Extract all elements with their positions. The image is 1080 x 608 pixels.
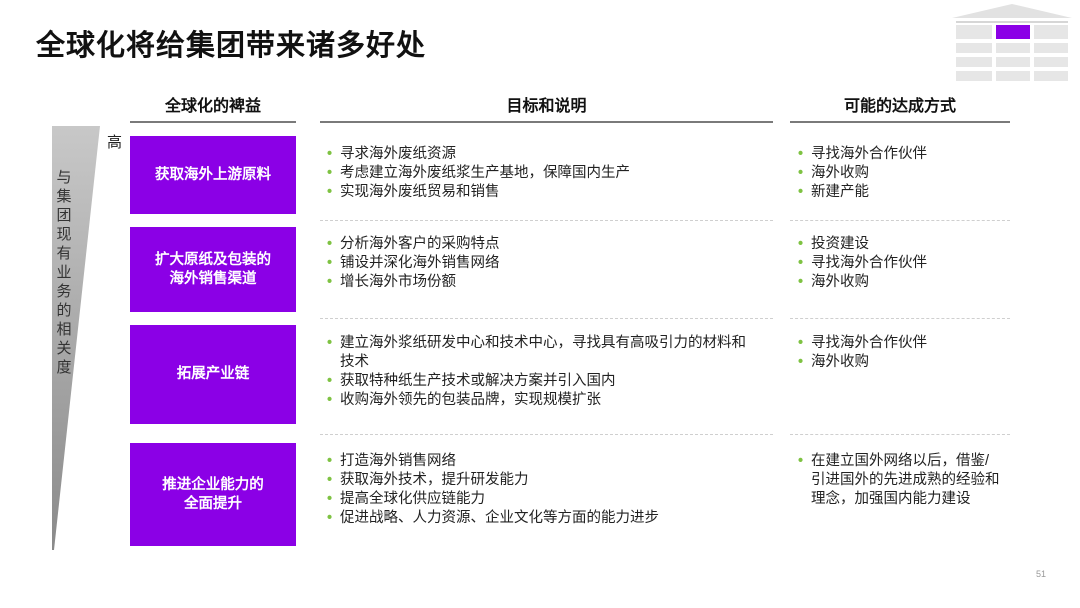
list-item: 获取特种纸生产技术或解决方案并引入国内 bbox=[325, 372, 750, 391]
list-item: 寻找海外合作伙伴 bbox=[796, 145, 1006, 164]
list-item: 促进战略、人力资源、企业文化等方面的能力进步 bbox=[325, 509, 765, 528]
list-item: 寻找海外合作伙伴 bbox=[796, 254, 1006, 273]
goal-list-row-4: 打造海外销售网络 获取海外技术，提升研发能力 提高全球化供应链能力 促进战略、人… bbox=[325, 452, 765, 528]
building-logo-icon bbox=[952, 4, 1072, 81]
header-method: 可能的达成方式 bbox=[843, 98, 956, 115]
list-item: 寻找海外合作伙伴 bbox=[796, 334, 1006, 353]
header-rule-method bbox=[790, 121, 1010, 123]
row-separator bbox=[320, 220, 773, 221]
list-item: 实现海外废纸贸易和销售 bbox=[325, 183, 765, 202]
method-list-row-2: 投资建设 寻找海外合作伙伴 海外收购 bbox=[796, 235, 1006, 292]
method-list-row-1: 寻找海外合作伙伴 海外收购 新建产能 bbox=[796, 145, 1006, 202]
list-item: 获取海外技术，提升研发能力 bbox=[325, 471, 765, 490]
row-separator bbox=[790, 318, 1010, 319]
benefit-upstream-materials: 获取海外上游原料 bbox=[130, 136, 296, 214]
list-item: 提高全球化供应链能力 bbox=[325, 490, 765, 509]
list-item: 分析海外客户的采购特点 bbox=[325, 235, 765, 254]
goal-list-row-1: 寻求海外废纸资源 考虑建立海外废纸浆生产基地，保障国内生产 实现海外废纸贸易和销… bbox=[325, 145, 765, 202]
header-benefit: 全球化的裨益 bbox=[164, 98, 261, 115]
benefit-overseas-sales-channels: 扩大原纸及包装的 海外销售渠道 bbox=[130, 227, 296, 312]
list-item: 投资建设 bbox=[796, 235, 1006, 254]
list-item: 海外收购 bbox=[796, 353, 1006, 372]
method-list-row-3: 寻找海外合作伙伴 海外收购 bbox=[796, 334, 1006, 372]
list-item: 在建立国外网络以后，借鉴/引进国外的先进成熟的经验和理念，加强国内能力建设 bbox=[796, 452, 1001, 509]
row-separator bbox=[320, 318, 773, 319]
list-item: 新建产能 bbox=[796, 183, 1006, 202]
benefit-capability-upgrade: 推进企业能力的 全面提升 bbox=[130, 443, 296, 546]
method-list-row-4: 在建立国外网络以后，借鉴/引进国外的先进成熟的经验和理念，加强国内能力建设 bbox=[796, 452, 1001, 509]
list-item: 铺设并深化海外销售网络 bbox=[325, 254, 765, 273]
list-item: 打造海外销售网络 bbox=[325, 452, 765, 471]
row-separator bbox=[320, 434, 773, 435]
benefit-industry-chain: 拓展产业链 bbox=[130, 325, 296, 424]
goal-list-row-2: 分析海外客户的采购特点 铺设并深化海外销售网络 增长海外市场份额 bbox=[325, 235, 765, 292]
goal-list-row-3: 建立海外浆纸研发中心和技术中心，寻找具有高吸引力的材料和技术 获取特种纸生产技术… bbox=[325, 334, 750, 410]
row-separator bbox=[790, 434, 1010, 435]
slide-title: 全球化将给集团带来诸多好处 bbox=[36, 30, 427, 62]
list-item: 海外收购 bbox=[796, 164, 1006, 183]
relevance-axis-label: 与集团现有业务的相关度 bbox=[56, 169, 72, 376]
row-separator bbox=[790, 220, 1010, 221]
header-rule-goal bbox=[320, 121, 773, 123]
page-number: 51 bbox=[1036, 569, 1047, 579]
list-item: 寻求海外废纸资源 bbox=[325, 145, 765, 164]
list-item: 海外收购 bbox=[796, 273, 1006, 292]
list-item: 收购海外领先的包装品牌，实现规模扩张 bbox=[325, 391, 750, 410]
list-item: 增长海外市场份额 bbox=[325, 273, 765, 292]
relevance-high-label: 高 bbox=[107, 134, 123, 151]
list-item: 建立海外浆纸研发中心和技术中心，寻找具有高吸引力的材料和技术 bbox=[325, 334, 750, 372]
header-goal: 目标和说明 bbox=[506, 98, 587, 115]
header-rule-benefit bbox=[130, 121, 296, 123]
list-item: 考虑建立海外废纸浆生产基地，保障国内生产 bbox=[325, 164, 765, 183]
